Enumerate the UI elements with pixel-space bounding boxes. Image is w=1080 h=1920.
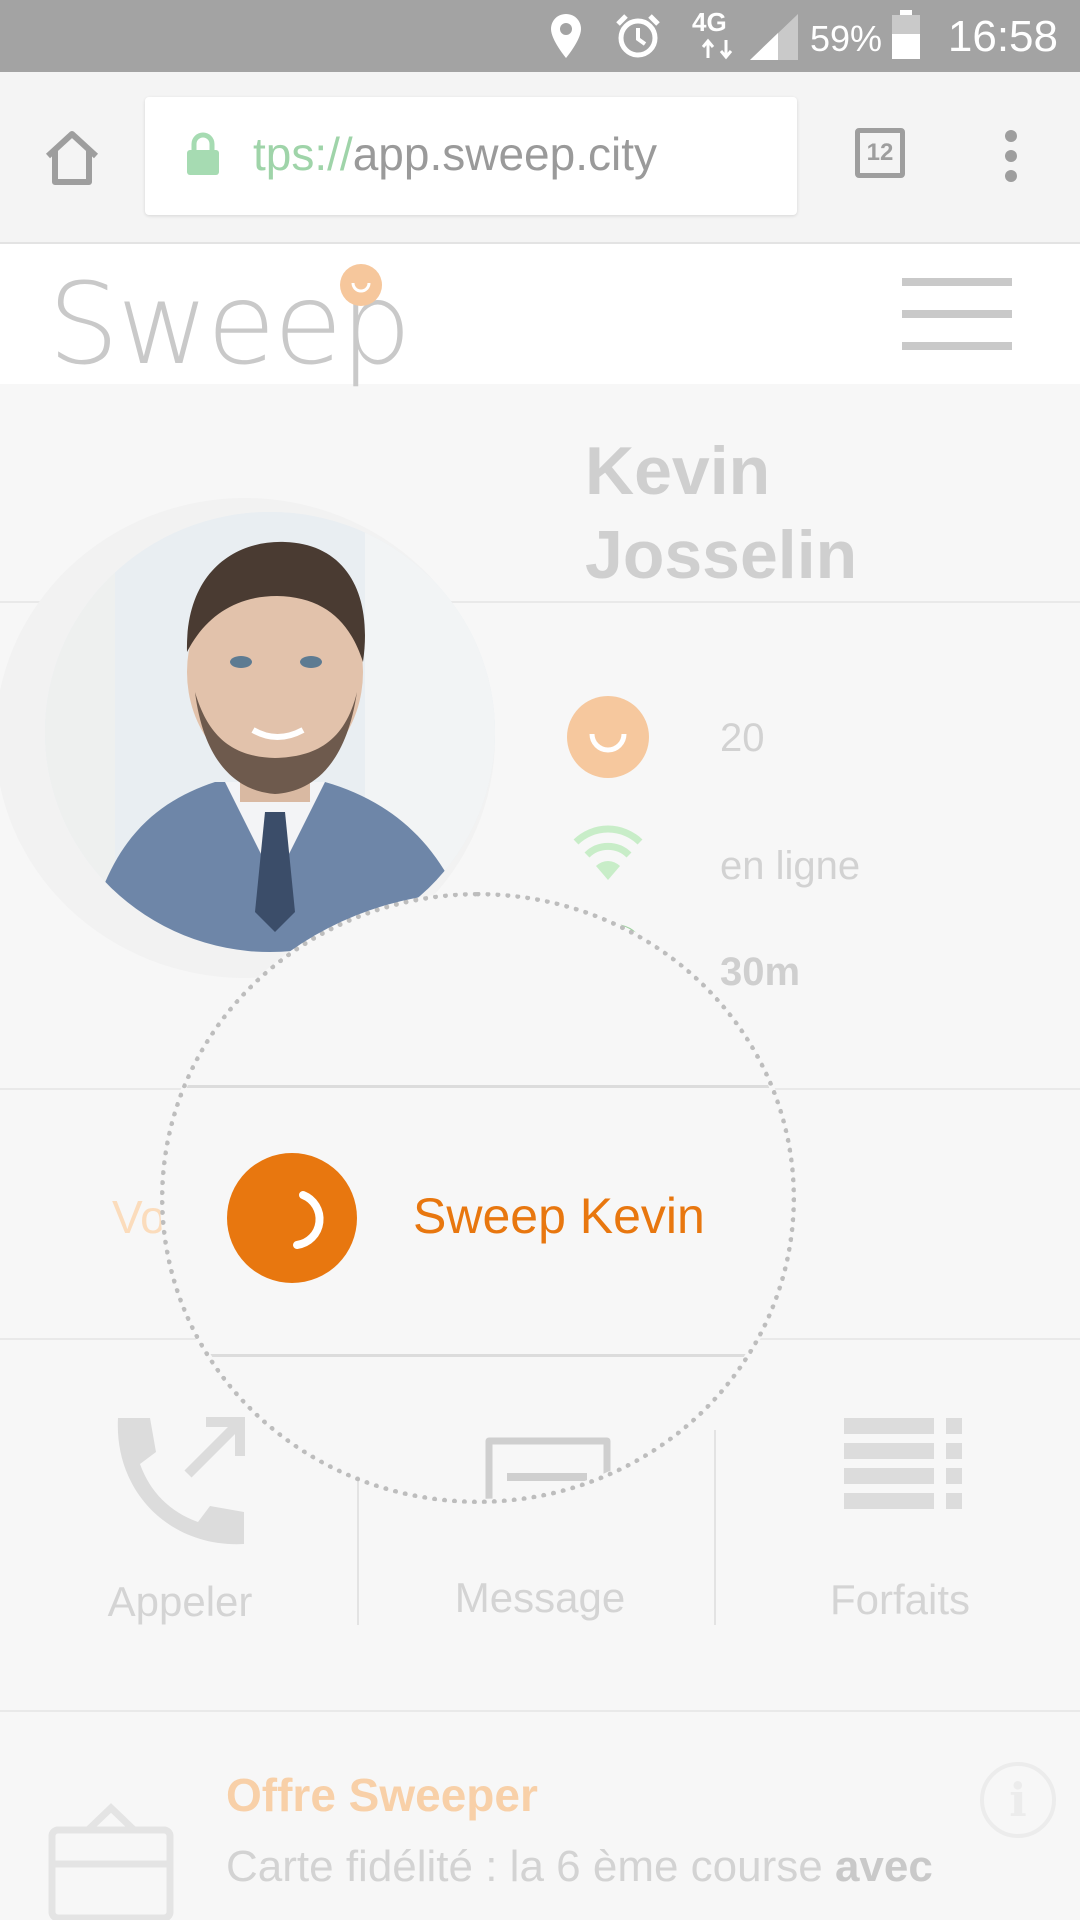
network-type: 4G [692,7,727,37]
profile-score: 20 [720,716,765,760]
sweep-loading-icon[interactable] [227,1153,357,1283]
list-icon [844,1418,962,1509]
url-host: app.sweep.city [352,128,657,180]
gift-icon [48,1803,174,1920]
profile-last-name: Josselin [585,517,858,593]
hidden-button-text: Vo [112,1191,166,1243]
profile-distance: 30m [720,950,801,994]
profile-avatar [45,512,495,952]
battery-percent: 59% [809,18,882,59]
tab-count: 12 [866,139,894,166]
offer-text-bold: avec [834,1842,933,1891]
clock: 16:58 [947,12,1058,61]
hamburger-menu-icon[interactable] [902,276,1012,352]
info-icon[interactable]: i [980,1762,1056,1838]
tab-switcher-button[interactable]: 12 [855,128,905,178]
plans-button[interactable]: Forfaits [720,1390,1080,1650]
home-icon[interactable] [42,128,102,186]
url-scheme: tps:// [253,128,353,180]
magnifier-overlay: Sweep Kevin [160,892,796,1504]
site-header: Sweep [0,244,1080,390]
sweep-button-label[interactable]: Sweep Kevin [413,1187,705,1245]
data-arrows-icon [701,38,733,60]
offer-title: Offre Sweeper [226,1769,538,1821]
lock-icon [187,132,219,175]
call-label: Appeler [107,1578,253,1625]
profile-status: en ligne [720,844,861,888]
message-label: Message [454,1574,626,1621]
action-divider [714,1430,716,1625]
signal-icon [750,14,798,60]
divider [165,1354,791,1357]
url-text: tps://app.sweep.city [253,127,657,181]
phone-call-icon [117,1417,245,1545]
divider [165,1085,791,1088]
alarm-icon [616,14,660,58]
online-wifi-icon [573,825,643,880]
more-menu-icon[interactable] [1000,126,1022,186]
logo-smile-icon [340,264,382,306]
score-icon [567,696,649,778]
divider [0,1710,1080,1712]
location-icon [551,14,581,58]
offer-text: Carte fidélité : la 6 ème course [226,1842,835,1891]
profile-first-name: Kevin [585,433,771,509]
status-bar: 4G 59% 16:58 [0,0,1080,72]
plans-label: Forfaits [829,1576,971,1623]
battery-icon [892,10,920,59]
address-bar[interactable]: tps://app.sweep.city [145,97,797,215]
browser-toolbar: tps://app.sweep.city 12 [0,72,1080,244]
offer-description: Carte fidélité : la 6 ème course avec [226,1842,933,1892]
message-icon [485,1437,611,1499]
